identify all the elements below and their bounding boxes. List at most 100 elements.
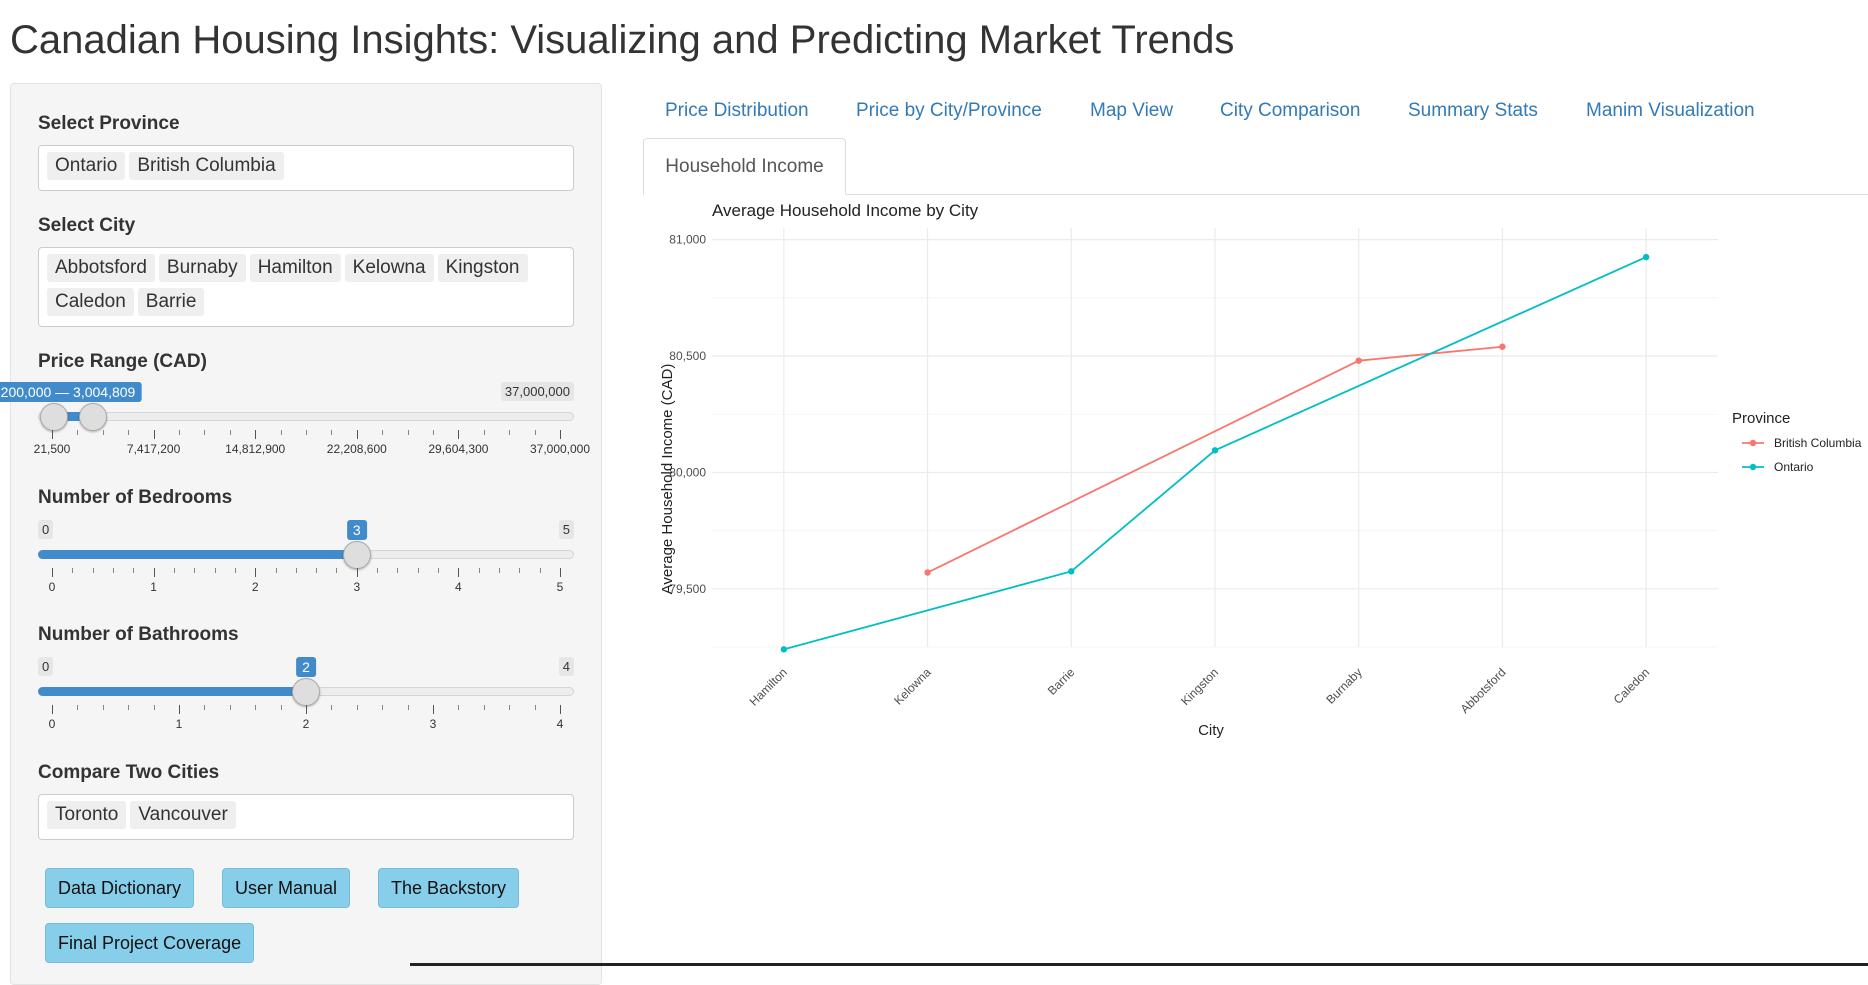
legend-label: British Columbia <box>1774 436 1862 450</box>
slider-minor-tick <box>306 430 307 435</box>
city-chip[interactable]: Kelowna <box>344 254 434 282</box>
data-point <box>1355 357 1362 364</box>
slider-minor-tick <box>433 430 434 435</box>
chart-x-tick-label: Abbotsford <box>1458 665 1509 716</box>
tab-map-view[interactable]: Map View <box>1090 100 1173 122</box>
slider-minor-tick <box>478 568 480 573</box>
bathrooms-slider[interactable]: 0 4 2 0 1 2 3 4 <box>38 657 574 737</box>
chart-x-tick-label: Barrie <box>1045 665 1078 698</box>
slider-minor-tick <box>316 568 318 573</box>
legend-key-point <box>1749 439 1757 447</box>
compare-city-chip[interactable]: Toronto <box>47 801 127 829</box>
city-chip[interactable]: Abbotsford <box>47 254 155 282</box>
price-max-label: 37,000,000 <box>500 382 574 401</box>
bedrooms-handle[interactable] <box>342 541 371 569</box>
bathrooms-max-label: 4 <box>558 657 574 676</box>
tab-price-by-city[interactable]: Price by City/Province <box>856 100 1042 122</box>
slider-tick <box>433 705 434 714</box>
price-range-value: 200,000 — 3,004,809 <box>0 382 142 402</box>
bedrooms-value: 3 <box>346 520 367 540</box>
bathrooms-slider-bar <box>38 687 306 696</box>
slider-tick <box>306 705 307 714</box>
bathrooms-handle[interactable] <box>292 678 320 706</box>
slider-tick-label: 21,500 <box>33 442 71 456</box>
price-range-slider[interactable]: 37,000,000 200,000 — 3,004,809 21,500 7,4… <box>0 382 590 462</box>
slider-minor-tick <box>77 430 79 435</box>
chart-x-axis-label: City <box>1198 722 1224 739</box>
slider-minor-tick <box>407 430 409 435</box>
province-select[interactable]: Ontario British Columbia <box>38 145 574 191</box>
slider-minor-tick <box>539 568 541 573</box>
bedrooms-min-label: 0 <box>38 520 54 539</box>
user-manual-button[interactable]: User Manual <box>222 868 351 908</box>
slider-minor-tick <box>153 705 155 710</box>
legend-label: Ontario <box>1774 460 1814 474</box>
app-title: Canadian Housing Insights: Visualizing a… <box>10 18 1235 62</box>
slider-tick <box>255 568 257 577</box>
slider-minor-tick <box>397 568 399 573</box>
slider-minor-tick <box>534 705 536 710</box>
slider-minor-tick <box>102 705 104 710</box>
slider-tick-label: 3 <box>429 717 437 731</box>
price-max-handle[interactable] <box>78 403 107 431</box>
slider-tick <box>356 568 358 577</box>
bedrooms-slider[interactable]: 0 5 3 0 1 2 3 4 5 <box>38 520 574 600</box>
slider-minor-tick <box>331 430 333 435</box>
tab-price-distribution[interactable]: Price Distribution <box>665 100 809 122</box>
tab-summary-stats[interactable]: Summary Stats <box>1408 100 1538 122</box>
compare-city-chip[interactable]: Vancouver <box>130 801 236 829</box>
tab-city-comparison[interactable]: City Comparison <box>1220 100 1360 122</box>
slider-minor-tick <box>331 705 333 710</box>
slider-minor-tick <box>204 430 206 435</box>
slider-minor-tick <box>204 705 206 710</box>
slider-tick-label: 5 <box>556 580 564 594</box>
price-slider-track[interactable] <box>38 412 574 421</box>
slider-minor-tick <box>499 568 501 573</box>
legend-key-point <box>1749 463 1757 471</box>
data-dictionary-button[interactable]: Data Dictionary <box>45 868 195 908</box>
chart-y-tick-label: 81,000 <box>669 233 706 247</box>
household-income-chart: 79,50080,00080,50081,000 Hamilton Kelowna… <box>659 201 1862 739</box>
price-min-handle[interactable] <box>40 403 69 431</box>
city-label: Select City <box>38 215 136 236</box>
bathrooms-label: Number of Bathrooms <box>38 624 239 645</box>
compare-cities-select[interactable]: Toronto Vancouver <box>38 794 574 840</box>
city-chip[interactable]: Barrie <box>137 288 205 316</box>
tab-manim-visualization[interactable]: Manim Visualization <box>1586 100 1755 122</box>
province-label: Select Province <box>38 113 180 134</box>
province-chip[interactable]: British Columbia <box>129 152 284 180</box>
city-select[interactable]: Abbotsford Burnaby Hamilton Kelowna Kingston… <box>38 247 574 327</box>
bathrooms-value: 2 <box>296 657 316 677</box>
sidebar-panel: Select Province Ontario British Columbia … <box>0 83 602 985</box>
data-point <box>780 646 788 653</box>
city-chip[interactable]: Burnaby <box>158 254 246 282</box>
slider-tick <box>153 430 155 439</box>
chart-x-tick-label: Caledon <box>1611 665 1653 707</box>
city-chip[interactable]: Hamilton <box>249 254 341 282</box>
chart-x-tick-label: Kelowna <box>891 665 934 708</box>
slider-tick-label: 3 <box>353 580 361 594</box>
chart-x-tick-label: Kingston <box>1178 665 1221 708</box>
province-chip[interactable]: Ontario <box>47 152 126 180</box>
final-project-coverage-button[interactable]: Final Project Coverage <box>45 923 255 963</box>
slider-tick <box>52 430 53 439</box>
slider-minor-tick <box>280 705 282 710</box>
slider-tick <box>560 705 561 714</box>
bathrooms-min-label: 0 <box>38 657 54 676</box>
slider-minor-tick <box>438 568 440 573</box>
slider-tick <box>356 430 358 439</box>
tab-household-income[interactable]: Household Income <box>643 138 846 195</box>
slider-minor-tick <box>128 705 130 710</box>
slider-minor-tick <box>112 568 114 573</box>
slider-tick-label: 1 <box>150 580 157 594</box>
slider-minor-tick <box>356 705 358 710</box>
city-chip[interactable]: Kingston <box>437 254 528 282</box>
slider-minor-tick <box>229 430 231 435</box>
slider-minor-tick <box>133 568 135 573</box>
slider-minor-tick <box>214 568 216 573</box>
backstory-button[interactable]: The Backstory <box>378 868 520 908</box>
slider-tick <box>52 705 53 714</box>
bedrooms-label: Number of Bedrooms <box>38 487 233 508</box>
slider-minor-tick <box>458 705 460 710</box>
city-chip[interactable]: Caledon <box>47 288 134 316</box>
